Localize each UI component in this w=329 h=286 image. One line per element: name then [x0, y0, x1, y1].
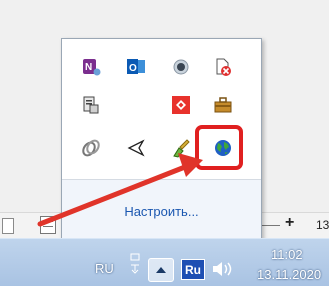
printer-icon[interactable]: [80, 94, 102, 116]
anydesk-icon[interactable]: [170, 94, 192, 116]
volume-icon[interactable]: [211, 259, 233, 279]
show-hidden-icons-button[interactable]: [148, 258, 174, 282]
page-icon[interactable]: [2, 218, 14, 234]
zoom-value: 13: [316, 218, 329, 232]
flag-icon[interactable]: [125, 137, 147, 159]
zoom-in-button[interactable]: +: [285, 214, 294, 232]
taskbar: RU Ru 11:02 13.11.2020: [0, 238, 329, 286]
svg-text:N: N: [85, 62, 92, 73]
record-icon[interactable]: [170, 56, 192, 78]
language-badge[interactable]: Ru: [181, 259, 205, 280]
popup-footer: Настроить...: [62, 180, 261, 239]
highlight-box: [195, 125, 243, 170]
outlook-icon[interactable]: O: [125, 56, 147, 78]
link-icon[interactable]: [80, 137, 102, 159]
keyboard-icon[interactable]: [129, 253, 141, 277]
brush-icon[interactable]: [170, 137, 192, 159]
network-error-icon[interactable]: [212, 56, 234, 78]
clock-date[interactable]: 13.11.2020: [257, 267, 321, 282]
clock-time[interactable]: 11:02: [271, 247, 303, 262]
document-view-icon[interactable]: [40, 216, 56, 234]
language-indicator[interactable]: RU: [95, 261, 114, 276]
chevron-up-icon: [156, 267, 166, 273]
toolbox-icon[interactable]: [212, 94, 234, 116]
customize-link[interactable]: Настроить...: [62, 204, 261, 219]
onenote-icon[interactable]: N: [80, 56, 102, 78]
svg-text:O: O: [129, 63, 137, 74]
